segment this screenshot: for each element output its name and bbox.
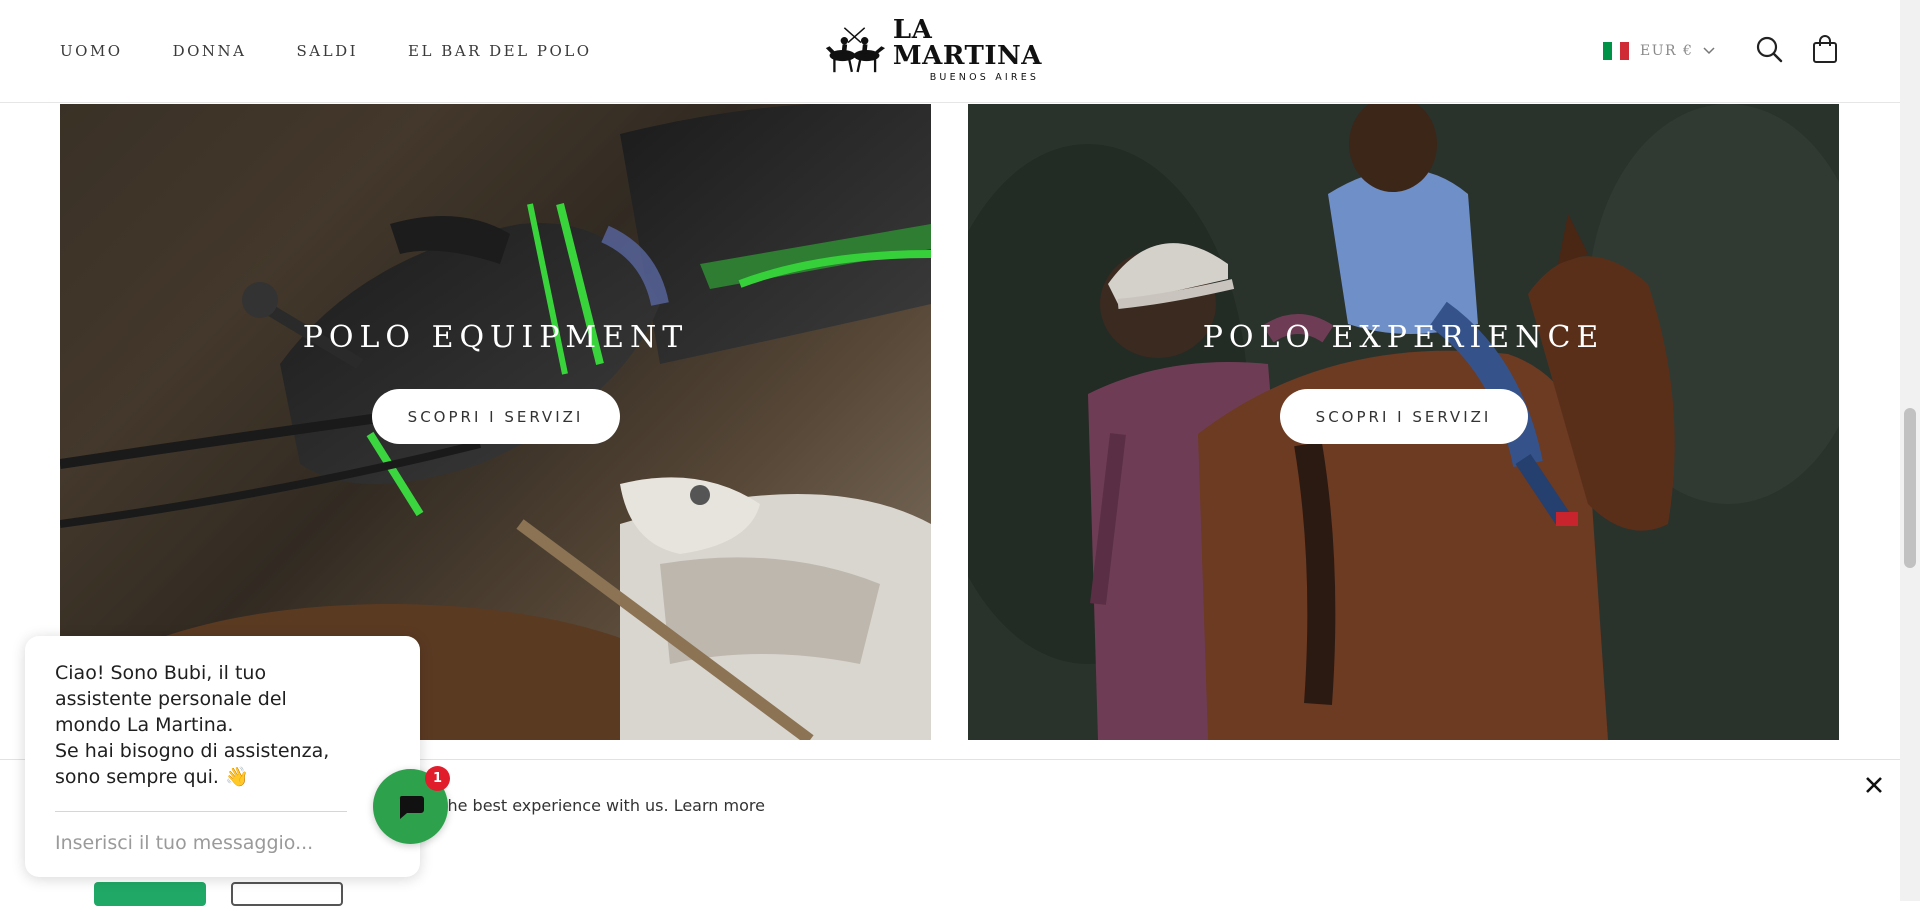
bag-icon xyxy=(1813,35,1837,63)
chat-line: Se hai bisogno di assistenza, xyxy=(55,740,330,762)
currency-selector[interactable]: EUR € xyxy=(1603,42,1715,60)
cart-button[interactable] xyxy=(1810,34,1840,64)
logo-text: LA MARTINA BUENOS AIRES xyxy=(893,17,1076,83)
tile-polo-experience[interactable]: POLO EXPERIENCE SCOPRI I SERVIZI xyxy=(968,104,1839,740)
chat-greeting: Ciao! Sono Bubi, il tuo assistente perso… xyxy=(55,660,375,790)
header-actions: EUR € xyxy=(1603,0,1837,102)
cookie-decline-button[interactable] xyxy=(231,882,343,906)
main-nav: UOMO DONNA SALDI EL BAR DEL POLO xyxy=(60,0,592,102)
unread-badge: 1 xyxy=(425,766,450,791)
logo-word: LA MARTINA xyxy=(892,15,1042,71)
chevron-down-icon xyxy=(1703,47,1715,55)
chat-line: sono sempre qui. 👋 xyxy=(55,766,249,788)
brand-logo[interactable]: LA MARTINA BUENOS AIRES xyxy=(824,17,1076,83)
chat-bubble-icon xyxy=(399,795,424,819)
nav-saldi[interactable]: SALDI xyxy=(297,42,359,60)
cookie-text: et the best experience with us. Learn mo… xyxy=(420,796,765,815)
search-icon xyxy=(1756,36,1783,63)
logo-subtitle: BUENOS AIRES xyxy=(929,72,1040,83)
nav-uomo[interactable]: UOMO xyxy=(60,42,123,60)
cookie-accept-button[interactable] xyxy=(94,882,206,906)
discover-services-button[interactable]: SCOPRI I SERVIZI xyxy=(371,389,620,444)
site-header: UOMO DONNA SALDI EL BAR DEL POLO LA MART… xyxy=(0,0,1900,103)
discover-services-button[interactable]: SCOPRI I SERVIZI xyxy=(1279,389,1528,444)
chat-message-input[interactable] xyxy=(55,826,347,860)
logo-mark-icon xyxy=(825,27,886,73)
chat-line: mondo La Martina. xyxy=(55,714,234,736)
learn-more-link[interactable]: Learn more xyxy=(674,796,765,815)
cookie-message: et the best experience with us. xyxy=(420,796,669,815)
nav-donna[interactable]: DONNA xyxy=(173,42,247,60)
close-icon[interactable] xyxy=(1863,774,1885,796)
italy-flag-icon xyxy=(1603,42,1630,60)
chat-divider xyxy=(55,811,347,812)
nav-el-bar-del-polo[interactable]: EL BAR DEL POLO xyxy=(408,42,591,60)
scrollbar-thumb[interactable] xyxy=(1904,408,1916,568)
tile-title: POLO EQUIPMENT xyxy=(302,320,689,355)
chat-popup: Ciao! Sono Bubi, il tuo assistente perso… xyxy=(25,636,420,877)
tile-title: POLO EXPERIENCE xyxy=(1202,320,1605,355)
currency-label: EUR € xyxy=(1640,43,1694,59)
page-scrollbar[interactable] xyxy=(1900,0,1920,901)
chat-line: Ciao! Sono Bubi, il tuo xyxy=(55,662,267,684)
search-button[interactable] xyxy=(1754,34,1784,64)
chat-line: assistente personale del xyxy=(55,688,287,710)
